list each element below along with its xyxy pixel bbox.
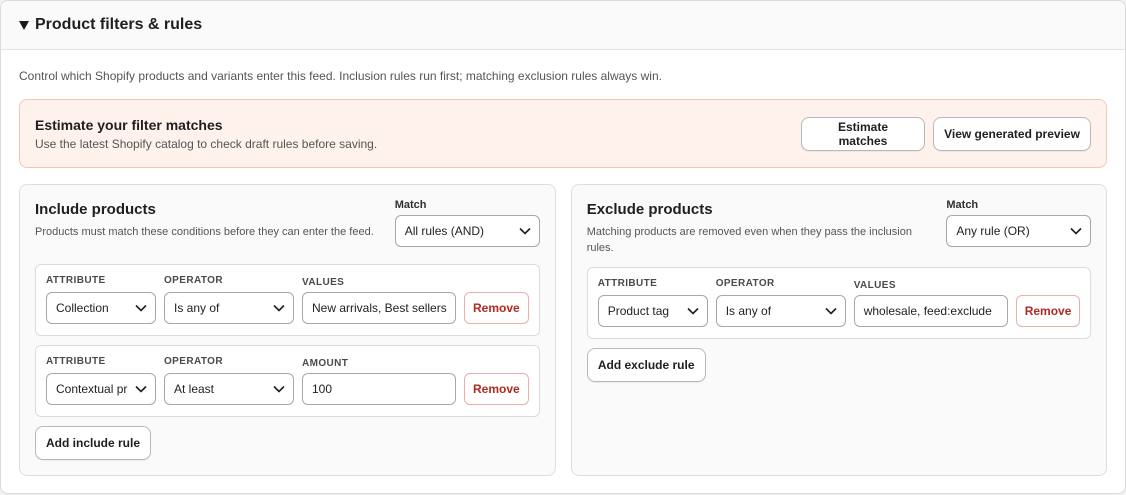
estimate-matches-button[interactable]: Estimate matches <box>801 116 925 151</box>
chevron-down-icon <box>519 227 531 235</box>
operator-select[interactable]: Is any of <box>164 292 294 324</box>
exclude-panel: Exclude products Matching products are r… <box>570 184 1108 476</box>
amount-input[interactable]: 100 <box>302 373 456 405</box>
amount-label: AMOUNT <box>302 358 349 369</box>
exclude-rule-row: ATTRIBUTE Product tag OPERATOR Is any of <box>586 267 1092 339</box>
intro-text: Control which Shopify products and varia… <box>19 69 662 83</box>
chevron-down-icon <box>135 304 147 312</box>
include-panel: Include products Products must match the… <box>19 184 556 476</box>
values-label: VALUES <box>302 277 345 288</box>
values-label: VALUES <box>853 280 896 291</box>
collapse-triangle-icon[interactable] <box>19 21 29 30</box>
values-input[interactable]: New arrivals, Best sellers <box>302 292 456 324</box>
include-description: Products must match these conditions bef… <box>35 226 374 238</box>
include-match-label: Match <box>394 199 427 211</box>
operator-label: OPERATOR <box>164 275 223 286</box>
view-preview-button[interactable]: View generated preview <box>933 116 1091 151</box>
chevron-down-icon <box>825 307 837 315</box>
remove-rule-button[interactable]: Remove <box>464 292 529 324</box>
operator-select[interactable]: Is any of <box>715 295 846 327</box>
attribute-select[interactable]: Product tag <box>597 295 708 327</box>
remove-rule-button[interactable]: Remove <box>464 373 529 405</box>
attribute-select[interactable]: Collection <box>46 292 156 324</box>
product-filters-card: Product filters & rules Control which Sh… <box>0 0 1126 494</box>
chevron-down-icon <box>273 385 285 393</box>
exclude-title: Exclude products <box>586 201 713 218</box>
add-exclude-rule-button[interactable]: Add exclude rule <box>586 348 706 382</box>
exclude-match-select[interactable]: Any rule (OR) <box>946 215 1092 247</box>
estimate-banner: Estimate your filter matches Use the lat… <box>19 99 1107 168</box>
operator-label: OPERATOR <box>715 278 775 289</box>
section-toggle[interactable]: Product filters & rules <box>1 1 1125 50</box>
attribute-label: ATTRIBUTE <box>46 356 106 367</box>
attribute-select[interactable]: Contextual pr <box>46 373 156 405</box>
include-match-select[interactable]: All rules (AND) <box>394 215 540 247</box>
include-rule-row: ATTRIBUTE Collection OPERATOR Is any of <box>35 264 540 336</box>
section-title: Product filters & rules <box>35 16 203 33</box>
exclude-match-label: Match <box>946 199 979 211</box>
values-input[interactable]: wholesale, feed:exclude <box>853 295 1008 327</box>
exclude-description: Matching products are removed even when … <box>586 226 912 254</box>
include-rule-row: ATTRIBUTE Contextual pr OPERATOR At leas… <box>35 345 540 417</box>
chevron-down-icon <box>273 304 285 312</box>
attribute-label: ATTRIBUTE <box>46 275 106 286</box>
chevron-down-icon <box>1070 227 1082 235</box>
include-title: Include products <box>35 201 156 218</box>
banner-title: Estimate your filter matches <box>35 116 223 133</box>
operator-label: OPERATOR <box>164 356 223 367</box>
remove-rule-button[interactable]: Remove <box>1015 295 1081 327</box>
add-include-rule-button[interactable]: Add include rule <box>35 426 151 460</box>
operator-select[interactable]: At least <box>164 373 294 405</box>
chevron-down-icon <box>687 307 699 315</box>
banner-subtitle: Use the latest Shopify catalog to check … <box>35 136 378 151</box>
chevron-down-icon <box>135 385 147 393</box>
attribute-label: ATTRIBUTE <box>597 278 658 289</box>
